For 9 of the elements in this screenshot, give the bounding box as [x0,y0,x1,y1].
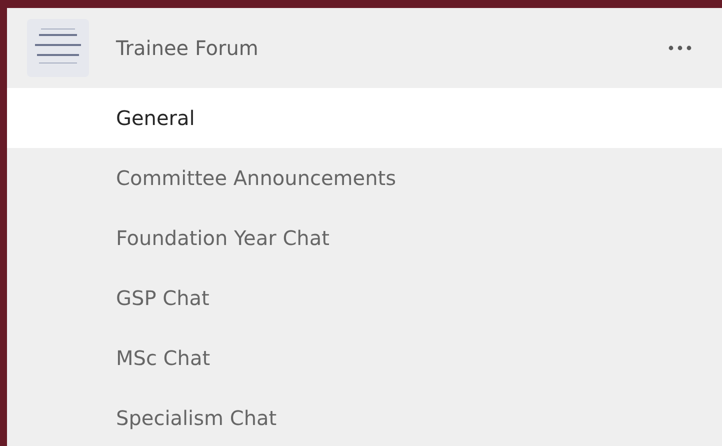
channel-item[interactable]: GSP Chat [7,268,722,328]
team-logo-icon [27,19,89,77]
channel-item[interactable]: MSc Chat [7,328,722,388]
channel-item[interactable]: Foundation Year Chat [7,208,722,268]
channel-item[interactable]: Specialism Chat [7,388,722,446]
channel-item[interactable]: General [7,88,722,148]
more-options-icon[interactable] [668,45,692,51]
channel-item[interactable]: Committee Announcements [7,148,722,208]
team-name[interactable]: Trainee Forum [116,36,668,60]
